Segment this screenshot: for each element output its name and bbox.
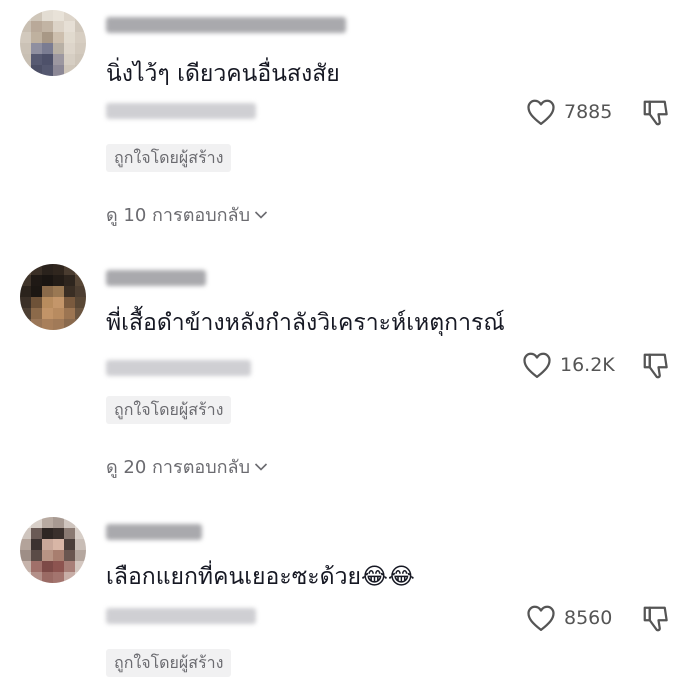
avatar[interactable] xyxy=(20,517,86,583)
comment-text: พี่เสื้อดำข้างหลังกำลังวิเคราะห์เหตุการณ… xyxy=(106,310,505,336)
creator-liked-badge: ถูกใจโดยผู้สร้าง xyxy=(106,396,232,424)
like-button[interactable]: 8560 xyxy=(526,604,612,632)
view-replies-button[interactable]: ดู 10 การตอบกลับ xyxy=(106,200,268,229)
comment-text: เลือกแยกที่คนเยอะซะด้วย😂😂 xyxy=(106,564,415,590)
timestamp-blurred xyxy=(106,608,256,624)
comment-text: นิ่งไว้ๆ เดียวคนอื่นสงสัย xyxy=(106,61,340,87)
username-blurred[interactable] xyxy=(106,524,202,540)
view-replies-label: ดู 10 การตอบกลับ xyxy=(106,205,250,226)
heart-outline-icon xyxy=(527,99,555,125)
like-count: 8560 xyxy=(564,607,613,629)
username-blurred[interactable] xyxy=(106,17,346,33)
heart-outline-icon xyxy=(527,605,555,631)
like-count: 16.2K xyxy=(560,354,615,376)
creator-liked-badge: ถูกใจโดยผู้สร้าง xyxy=(106,649,232,677)
chevron-down-icon xyxy=(254,462,268,471)
heart-outline-icon xyxy=(523,352,551,378)
creator-liked-badge: ถูกใจโดยผู้สร้าง xyxy=(106,144,232,172)
like-button[interactable]: 7885 xyxy=(526,98,612,126)
like-button[interactable]: 16.2K xyxy=(522,351,615,379)
thumbs-down-outline-icon[interactable] xyxy=(640,98,672,128)
view-replies-label: ดู 20 การตอบกลับ xyxy=(106,457,250,478)
avatar[interactable] xyxy=(20,10,86,76)
timestamp-blurred xyxy=(106,103,256,119)
username-blurred[interactable] xyxy=(106,270,206,286)
like-count: 7885 xyxy=(564,101,613,123)
timestamp-blurred xyxy=(106,360,251,376)
chevron-down-icon xyxy=(254,210,268,219)
thumbs-down-outline-icon[interactable] xyxy=(640,351,672,381)
thumbs-down-outline-icon[interactable] xyxy=(640,604,672,634)
view-replies-button[interactable]: ดู 20 การตอบกลับ xyxy=(106,452,268,481)
avatar[interactable] xyxy=(20,264,86,330)
